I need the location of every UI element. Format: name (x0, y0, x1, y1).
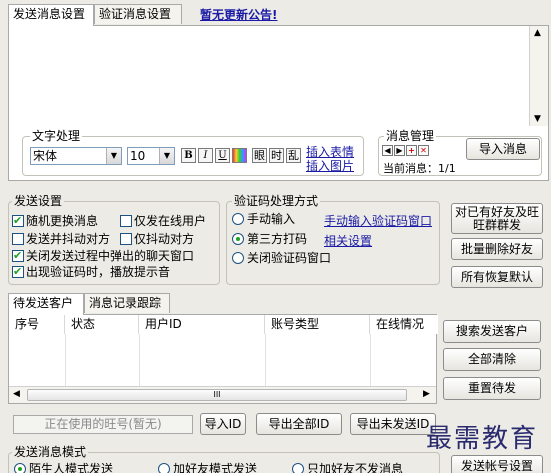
close-chat-window-checkbox[interactable]: 关闭发送过程中弹出的聊天窗口 (12, 249, 194, 263)
send-settings-title: 发送设置 (12, 194, 65, 208)
next-icon[interactable]: ▶ (394, 145, 405, 156)
restore-defaults-button[interactable]: 所有恢复默认 (451, 266, 543, 288)
scroll-down-icon[interactable]: ▼ (534, 114, 541, 124)
bold-button[interactable]: B (181, 148, 196, 163)
send-shake-checkbox[interactable]: 发送并抖动对方 (12, 232, 110, 246)
column-divider (65, 334, 66, 386)
manual-captcha-window-link[interactable]: 手动输入验证码窗口 (324, 212, 432, 229)
close-captcha-label: 关闭验证码窗口 (247, 251, 332, 265)
chevron-down-icon: ▼ (159, 148, 174, 164)
delete-icon[interactable]: ✕ (418, 145, 429, 156)
column-header-online[interactable]: 在线情况 (370, 315, 438, 334)
batch-delete-friends-button[interactable]: 批量删除好友 (451, 238, 543, 260)
text-processing-title: 文字处理 (30, 129, 83, 143)
export-unsent-id-button[interactable]: 导出未发送ID (350, 413, 436, 435)
tab-message-history[interactable]: 消息记录跟踪 (84, 293, 170, 313)
checkbox-icon (12, 233, 24, 245)
online-only-checkbox[interactable]: 仅发在线用户 (120, 214, 206, 228)
message-editor[interactable] (11, 28, 526, 126)
captcha-sound-label: 出现验证码时，播放提示音 (26, 265, 171, 279)
format-button-c[interactable]: 乱 (286, 148, 301, 163)
add-friend-only-label: 只加好友不发消息 (307, 462, 404, 473)
tab-verify-settings[interactable]: 验证消息设置 (94, 4, 182, 24)
send-shake-label: 发送并抖动对方 (26, 232, 111, 246)
scroll-up-icon[interactable]: ▲ (534, 28, 541, 38)
radio-icon (232, 252, 244, 264)
editor-scrollbar[interactable]: ▲ ▼ (529, 26, 548, 126)
manual-input-radio[interactable]: 手动输入 (232, 212, 295, 226)
close-captcha-radio[interactable]: 关闭验证码窗口 (232, 251, 331, 265)
checkbox-icon (120, 233, 132, 245)
third-party-label: 第三方打码 (247, 232, 308, 246)
checkbox-icon (12, 214, 24, 228)
third-party-radio[interactable]: 第三方打码 (232, 232, 307, 246)
format-button-a[interactable]: 眼 (252, 148, 267, 163)
shake-only-checkbox[interactable]: 仅抖动对方 (120, 232, 194, 246)
radio-icon (232, 213, 244, 225)
font-name-value: 宋体 (33, 149, 58, 163)
tab-pending-customers[interactable]: 待发送客户 (8, 293, 84, 315)
scroll-left-icon[interactable]: ◀ (13, 389, 20, 399)
close-chat-window-label: 关闭发送过程中弹出的聊天窗口 (26, 249, 195, 263)
horizontal-scrollbar[interactable]: ◀ III ▶ (9, 386, 436, 403)
italic-button[interactable]: I (198, 148, 213, 163)
current-message-label: 当前消息：1/1 (383, 162, 456, 175)
tab-send-settings[interactable]: 发送消息设置 (8, 4, 94, 26)
column-divider (265, 334, 266, 386)
online-only-label: 仅发在线用户 (134, 214, 207, 228)
add-friend-only-radio[interactable]: 只加好友不发消息 (292, 462, 403, 473)
checkbox-icon (120, 215, 132, 227)
clear-all-button[interactable]: 全部清除 (443, 348, 541, 371)
radio-icon (14, 463, 26, 473)
column-header-status[interactable]: 状态 (65, 315, 139, 334)
column-header-user-id[interactable]: 用户ID (139, 315, 265, 334)
format-button-b[interactable]: 时 (269, 148, 284, 163)
prev-icon[interactable]: ◀ (382, 145, 393, 156)
random-message-checkbox[interactable]: 随机更换消息 (12, 214, 98, 228)
scroll-thumb[interactable]: III (27, 389, 407, 401)
column-header-account-type[interactable]: 账号类型 (265, 315, 370, 334)
reset-pending-button[interactable]: 重置待发 (443, 377, 541, 400)
stranger-mode-radio[interactable]: 陌生人模式发送 (14, 462, 113, 473)
scroll-right-icon[interactable]: ▶ (423, 389, 430, 399)
shake-only-label: 仅抖动对方 (134, 232, 195, 246)
friend-mode-label: 加好友模式发送 (173, 462, 258, 473)
notice-link[interactable]: 暂无更新公告! (200, 6, 277, 23)
manual-input-label: 手动输入 (247, 212, 296, 226)
radio-icon (292, 463, 304, 473)
export-all-id-button[interactable]: 导出全部ID (256, 413, 342, 435)
send-account-settings-button[interactable]: 发送帐号设置 (451, 455, 543, 473)
import-id-button[interactable]: 导入ID (200, 413, 246, 435)
checkbox-icon (12, 249, 24, 263)
column-divider (370, 334, 371, 386)
current-account-field: 正在使用的旺号(暂无) (13, 415, 193, 434)
send-mode-title: 发送消息模式 (12, 445, 89, 459)
column-divider (139, 334, 140, 386)
chevron-down-icon: ▼ (106, 148, 121, 164)
captcha-sound-checkbox[interactable]: 出现验证码时，播放提示音 (12, 265, 170, 279)
message-mgmt-title: 消息管理 (384, 129, 437, 143)
random-message-label: 随机更换消息 (26, 214, 99, 228)
font-size-select[interactable]: 10 ▼ (127, 147, 175, 165)
mass-send-friends-button[interactable]: 对已有好友及旺旺群群发 (451, 203, 543, 234)
related-settings-link[interactable]: 相关设置 (324, 232, 372, 249)
customer-list[interactable]: 序号 状态 用户ID 账号类型 在线情况 ◀ III ▶ (8, 314, 438, 404)
friend-mode-radio[interactable]: 加好友模式发送 (158, 462, 257, 473)
radio-icon (232, 233, 244, 245)
import-message-button[interactable]: 导入消息 (466, 138, 540, 160)
stranger-mode-label: 陌生人模式发送 (29, 462, 114, 473)
radio-icon (158, 463, 170, 473)
checkbox-icon (12, 265, 24, 279)
insert-image-link[interactable]: 插入图片 (306, 157, 354, 174)
search-customers-button[interactable]: 搜索发送客户 (443, 320, 541, 343)
watermark-text: 最需教育 (426, 424, 539, 454)
font-size-value: 10 (130, 149, 146, 163)
add-icon[interactable]: + (406, 145, 417, 156)
color-picker-icon[interactable] (232, 148, 247, 163)
captcha-title: 验证码处理方式 (232, 194, 321, 208)
column-header-index[interactable]: 序号 (9, 315, 65, 334)
font-name-select[interactable]: 宋体 ▼ (30, 147, 122, 165)
underline-button[interactable]: U (215, 148, 230, 163)
